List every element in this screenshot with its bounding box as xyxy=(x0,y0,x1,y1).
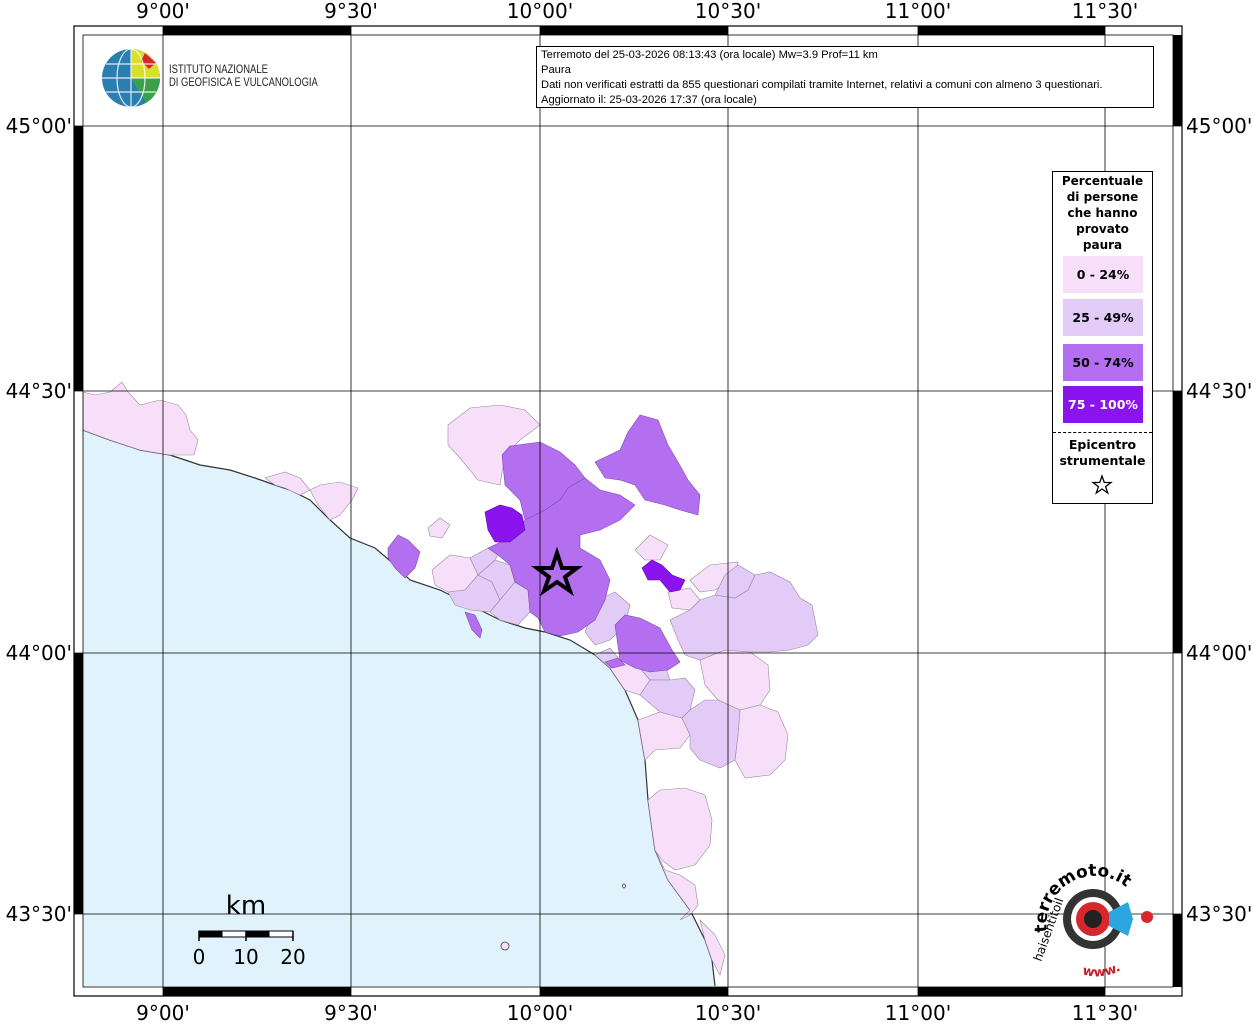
y-axis-left: 45°00' 44°30' 44°00' 43°30' xyxy=(6,114,72,926)
ingv-name: ISTITUTO NAZIONALE DI GEOFISICA E VULCAN… xyxy=(169,64,318,90)
ingv-name-line2: DI GEOFISICA E VULCANOLOGIA xyxy=(169,77,318,89)
y-tick-right: 44°30' xyxy=(1186,379,1252,403)
legend-title-line: di persone xyxy=(1066,190,1139,204)
y-tick-right: 43°30' xyxy=(1186,902,1252,926)
ingv-name-line1: ISTITUTO NAZIONALE xyxy=(169,64,268,76)
legend-title: Percentuale di persone che hanno provato… xyxy=(1053,173,1152,253)
update-timestamp: Aggiornato il: 25-03-2026 17:37 (ora loc… xyxy=(541,94,757,106)
legend-item-0-24: 0 - 24% xyxy=(1063,256,1143,293)
x-tick-bottom: 10°30' xyxy=(695,1001,761,1024)
legend-item-25-49: 25 - 49% xyxy=(1063,299,1143,336)
legend-star-icon xyxy=(1091,474,1113,495)
y-tick-left: 45°00' xyxy=(6,114,72,138)
ingv-globe-icon xyxy=(102,48,161,108)
epicenter-label-line: Epicentro xyxy=(1068,437,1137,452)
legend: Percentuale di persone che hanno provato… xyxy=(1052,171,1153,504)
legend-title-line: provato xyxy=(1076,222,1129,236)
y-tick-left: 43°30' xyxy=(6,902,72,926)
legend-divider xyxy=(1053,432,1152,433)
y-tick-left: 44°00' xyxy=(6,641,72,665)
y-tick-right: 45°00' xyxy=(1186,114,1252,138)
scale-bar: km 0 10 20 xyxy=(193,891,306,968)
data-disclaimer: Dati non verificati estratti da 855 ques… xyxy=(541,79,1103,91)
event-info-box: Terremoto del 25-03-2026 08:13:43 (ora l… xyxy=(536,46,1154,108)
scale-label: 20 xyxy=(280,945,305,968)
legend-title-line: Percentuale xyxy=(1061,174,1144,188)
legend-item-75-100: 75 - 100% xyxy=(1063,386,1143,423)
map-subject: Paura xyxy=(541,64,571,76)
scale-label: 10 xyxy=(233,945,258,968)
x-tick-top: 9°00' xyxy=(136,0,190,23)
scale-label: 0 xyxy=(193,945,206,968)
x-tick-bottom: 11°30' xyxy=(1072,1001,1138,1024)
x-tick-top: 10°00' xyxy=(507,0,573,23)
x-tick-top: 11°00' xyxy=(885,0,951,23)
scale-unit: km xyxy=(226,891,266,921)
event-description: Terremoto del 25-03-2026 08:13:43 (ora l… xyxy=(541,49,878,61)
epicenter-label: Epicentro strumentale xyxy=(1053,437,1152,469)
x-tick-top: 10°30' xyxy=(695,0,761,23)
y-tick-right: 44°00' xyxy=(1186,641,1252,665)
x-axis-bottom: 9°00' 9°30' 10°00' 10°30' 11°00' 11°30' xyxy=(136,1001,1138,1024)
x-tick-bottom: 10°00' xyxy=(507,1001,573,1024)
legend-title-line: paura xyxy=(1082,238,1123,252)
epicenter-label-line: strumentale xyxy=(1059,453,1146,468)
hsit-text-bottom: www. xyxy=(1081,960,1123,980)
legend-title-line: che hanno xyxy=(1067,206,1138,220)
x-tick-bottom: 11°00' xyxy=(885,1001,951,1024)
x-tick-top: 11°30' xyxy=(1072,0,1138,23)
y-tick-left: 44°30' xyxy=(6,379,72,403)
x-tick-top: 9°30' xyxy=(324,0,378,23)
x-tick-bottom: 9°00' xyxy=(136,1001,190,1024)
y-axis-right: 45°00' 44°30' 44°00' 43°30' xyxy=(1186,114,1252,926)
x-axis-top: 9°00' 9°30' 10°00' 10°30' 11°00' 11°30' xyxy=(136,0,1138,23)
legend-item-50-74: 50 - 74% xyxy=(1063,344,1143,381)
x-tick-bottom: 9°30' xyxy=(324,1001,378,1024)
hsit-logo: terremoto.it www. haisentitoil xyxy=(1033,862,1153,981)
ingv-logo: ISTITUTO NAZIONALE DI GEOFISICA E VULCAN… xyxy=(101,47,321,111)
